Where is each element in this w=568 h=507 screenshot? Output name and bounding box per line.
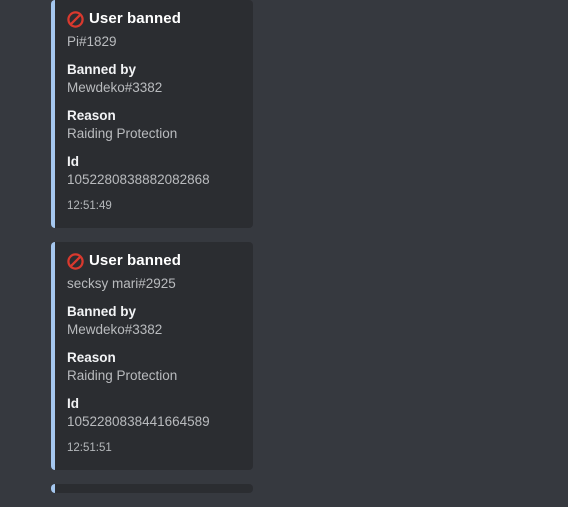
embed-field-name: Id <box>67 396 79 411</box>
embed-field-name: Banned by <box>67 304 137 319</box>
message-log-panel: User banned Pi#1829 Banned by Mewdeko#33… <box>0 0 568 503</box>
embed-field: Id 1052280838441664589 <box>67 395 241 431</box>
embed-title-text: User banned <box>89 10 181 27</box>
embed-field-name: Banned by <box>67 62 137 77</box>
embed-footer-timestamp: 12:51:49 <box>67 200 112 212</box>
no-entry-sign-icon <box>67 10 84 28</box>
embed-field-value: 1052280838441664589 <box>67 414 210 429</box>
embed-field-name: Reason <box>67 350 116 365</box>
embed-card[interactable]: User banned Pi#1829 Banned by Mewdeko#33… <box>51 0 253 228</box>
embed-field: Banned by Mewdeko#3382 <box>67 303 241 339</box>
embed-field: Banned by Mewdeko#3382 <box>67 61 241 97</box>
embed-field: Reason Raiding Protection <box>67 107 241 143</box>
embed-field-value: Mewdeko#3382 <box>67 80 163 95</box>
embed-field: Id 1052280838882082868 <box>67 153 241 189</box>
embed-field-value: Raiding Protection <box>67 368 178 383</box>
no-entry-sign-icon <box>67 252 84 270</box>
embed-field-value: Mewdeko#3382 <box>67 322 163 337</box>
embed-description: secksy mari#2925 <box>67 276 176 291</box>
embed-field-name: Reason <box>67 108 116 123</box>
embed-field-name: Id <box>67 154 79 169</box>
embed-field-value: Raiding Protection <box>67 126 178 141</box>
embed-field: Reason Raiding Protection <box>67 349 241 385</box>
embed-list: User banned Pi#1829 Banned by Mewdeko#33… <box>51 0 253 507</box>
embed-card[interactable]: User banned secksy mari#2925 Banned by M… <box>51 242 253 470</box>
embed-title: User banned <box>67 251 241 271</box>
embed-title: User banned <box>67 9 241 29</box>
embed-description: Pi#1829 <box>67 34 117 49</box>
embed-title-text: User banned <box>89 252 181 269</box>
embed-field-value: 1052280838882082868 <box>67 172 210 187</box>
embed-card-partial[interactable] <box>51 484 253 493</box>
embed-footer-timestamp: 12:51:51 <box>67 442 112 454</box>
